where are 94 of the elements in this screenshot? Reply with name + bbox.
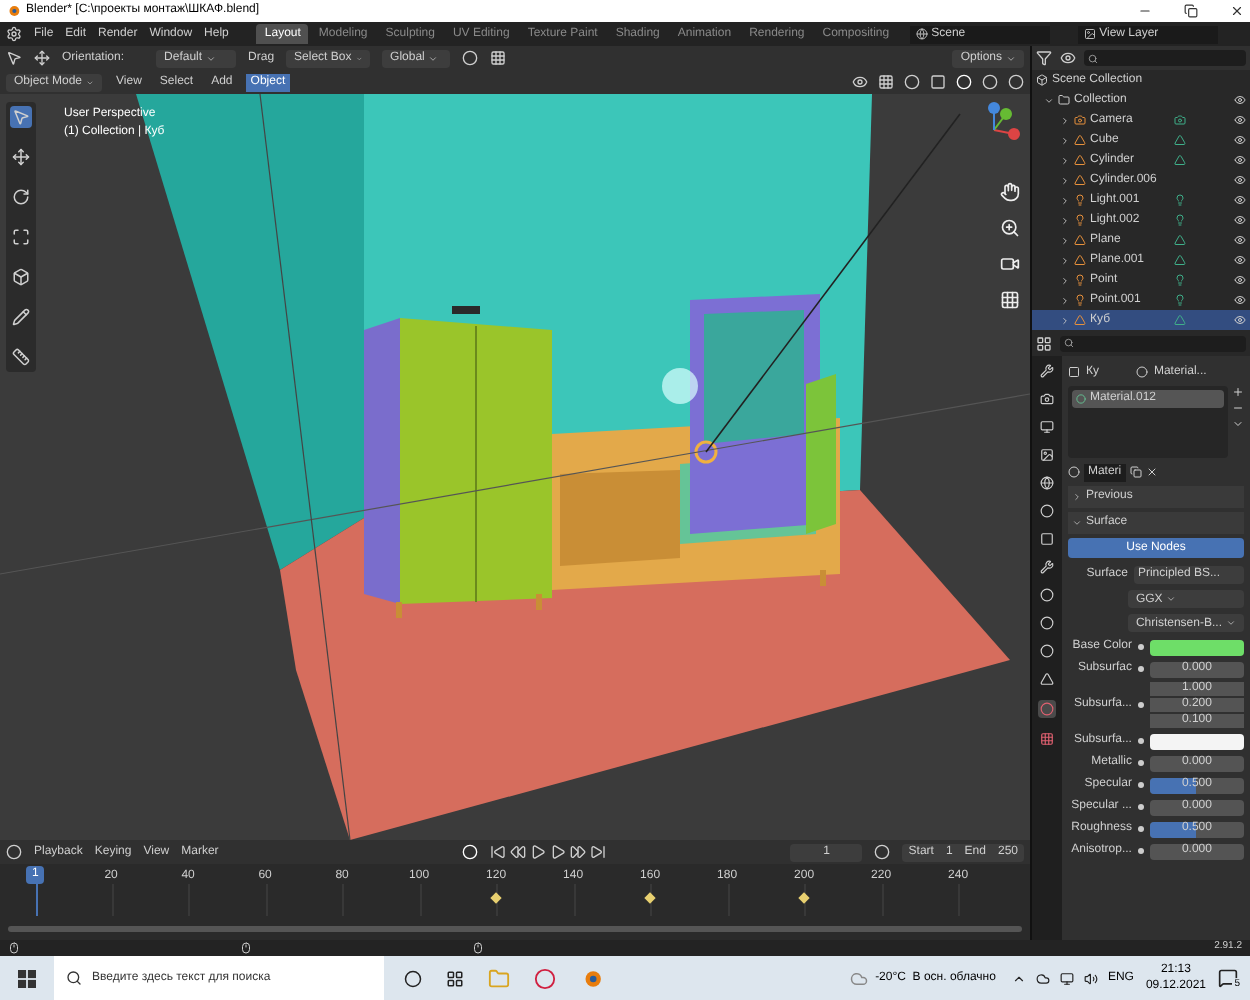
eye-icon[interactable] [1234, 314, 1246, 326]
zoom-icon[interactable] [1000, 218, 1020, 238]
eye-icon[interactable] [1234, 194, 1246, 206]
eye-icon[interactable] [1234, 214, 1246, 226]
notifications-icon[interactable] [1218, 968, 1238, 988]
task-view-icon[interactable] [446, 969, 464, 987]
scene-tab-icon[interactable] [1039, 476, 1054, 490]
pan-icon[interactable] [1000, 182, 1020, 202]
network-icon[interactable] [1059, 971, 1074, 985]
jump-start-icon[interactable] [490, 844, 507, 860]
eye-icon[interactable] [1234, 294, 1246, 306]
start-icon[interactable] [18, 969, 36, 987]
remove-slot-icon[interactable] [1232, 402, 1244, 414]
properties-search-field[interactable] [1060, 335, 1246, 351]
mouse-icon [472, 942, 484, 954]
tool-tab-icon[interactable] [1039, 364, 1054, 378]
texture-tab-icon[interactable] [1039, 732, 1054, 746]
annotate-icon[interactable] [12, 308, 30, 326]
light-icon [1074, 294, 1086, 306]
duplicate-icon[interactable] [1129, 466, 1142, 478]
collection-icon [1058, 94, 1070, 106]
output-tab-icon[interactable] [1039, 420, 1054, 434]
record-icon[interactable] [462, 844, 479, 860]
caret-icon [1006, 53, 1016, 63]
scene-collection-icon [1036, 74, 1048, 86]
move-icon[interactable] [34, 50, 50, 66]
weather-icon [849, 969, 868, 987]
modifier-tab-icon[interactable] [1039, 560, 1054, 574]
mouse-icon [8, 942, 20, 954]
eye-icon[interactable] [1234, 254, 1246, 266]
expand-icon [1071, 518, 1082, 528]
move-icon[interactable] [12, 148, 30, 166]
material-tab-icon[interactable] [1039, 702, 1054, 716]
add-slot-icon[interactable] [1232, 386, 1244, 398]
light-icon [1074, 194, 1086, 206]
eye-icon[interactable] [1234, 134, 1246, 146]
caret-icon [206, 53, 217, 63]
timeline-scrollbar[interactable] [8, 925, 1022, 931]
color-swatch[interactable] [1149, 639, 1244, 655]
eye-icon[interactable] [1234, 234, 1246, 246]
eye-icon[interactable] [1234, 274, 1246, 286]
eye-icon[interactable] [1234, 174, 1246, 186]
volume-icon[interactable] [1083, 971, 1098, 985]
gizmo-icon[interactable] [878, 74, 894, 90]
axis-gizmo-drawing [986, 102, 1022, 142]
mouse-icon [240, 942, 252, 954]
blender-logo-icon [6, 4, 20, 18]
render-tab-icon[interactable] [1039, 392, 1054, 406]
cloud-icon[interactable] [1035, 971, 1050, 985]
visibility-icon[interactable] [852, 74, 868, 90]
select-icon[interactable] [12, 108, 30, 126]
data-tab-icon[interactable] [1039, 672, 1054, 686]
caret-icon [1166, 594, 1177, 604]
jump-end-icon[interactable] [590, 844, 607, 860]
grid-icon[interactable] [1000, 290, 1020, 310]
minimize-icon[interactable] [1138, 4, 1152, 18]
search-icon [66, 970, 82, 986]
tool-icon[interactable] [6, 50, 22, 66]
play-icon[interactable] [550, 844, 567, 860]
unlink-icon[interactable] [1145, 466, 1158, 478]
rotate-icon[interactable] [12, 188, 30, 206]
mesh-icon [1074, 314, 1086, 326]
play-reverse-icon[interactable] [530, 844, 547, 860]
tray-chevron-icon[interactable] [1011, 971, 1026, 985]
light-icon [1074, 214, 1086, 226]
caret-icon [1226, 618, 1236, 628]
eye-icon[interactable] [1234, 94, 1246, 106]
cortana-icon[interactable] [404, 969, 422, 987]
transform-icon[interactable] [12, 268, 30, 286]
eye-icon[interactable] [1234, 154, 1246, 166]
snap-icon[interactable] [490, 50, 507, 66]
camera-view-icon[interactable] [1000, 254, 1020, 274]
measure-icon[interactable] [12, 348, 30, 366]
blender-menu-icon[interactable] [6, 26, 22, 42]
expand-icon [1071, 492, 1082, 502]
search-icon [1064, 338, 1074, 348]
scale-icon[interactable] [12, 228, 30, 246]
search-icon [1088, 53, 1098, 63]
slot-menu-icon[interactable] [1232, 418, 1244, 430]
view-layer-tab-icon[interactable] [1039, 448, 1054, 462]
blender-app-icon[interactable] [580, 967, 602, 989]
scene-icon [915, 28, 928, 40]
camera-icon [1074, 114, 1086, 126]
previous-keyframe-icon[interactable] [510, 844, 527, 860]
restore-icon[interactable] [1184, 4, 1198, 18]
browser-icon[interactable] [534, 967, 556, 989]
next-keyframe-icon[interactable] [570, 844, 587, 860]
eye-icon[interactable] [1234, 114, 1246, 126]
color-swatch[interactable] [1149, 733, 1244, 749]
outliner-search-field[interactable] [1084, 50, 1246, 66]
image-icon [1083, 28, 1096, 40]
caret-icon [428, 53, 439, 63]
close-icon[interactable] [1230, 4, 1244, 18]
light-icon [1074, 274, 1086, 286]
